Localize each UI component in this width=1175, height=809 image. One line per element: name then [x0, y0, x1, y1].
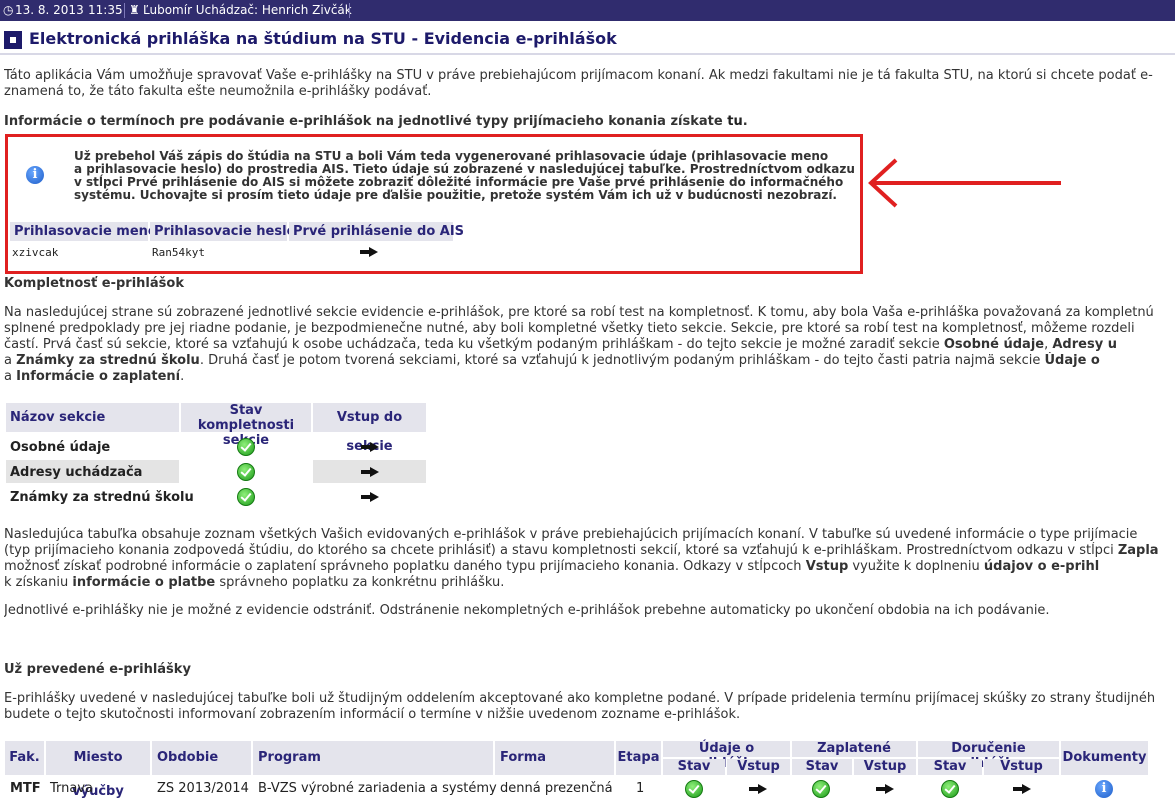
col-first-login: Prvé prihlásenie do AIS — [289, 222, 464, 241]
arrow-right-icon[interactable] — [361, 467, 379, 477]
subcol-entry: Vstup — [984, 759, 1059, 775]
col-stage: Etapa — [616, 741, 661, 775]
page-title: Elektronická prihláška na štúdium na STU… — [29, 29, 617, 48]
date: 13. 8. 2013 — [15, 3, 84, 17]
transferred-line-1: E-prihlášky uvedené v nasledujúcej tabuľ… — [4, 691, 1156, 706]
apps-info-line-4: k získaniu informácie o platbe správneho… — [4, 575, 505, 590]
user-name[interactable]: Ľubomír Uchádzač: Henrich Zivčák — [143, 0, 352, 21]
subcol-entry: Vstup — [727, 759, 790, 775]
completeness-line-4: a Známky za strednú školu. Druhá časť je… — [4, 353, 1100, 368]
col-faculty: Fak. — [5, 741, 44, 775]
arrow-right-icon[interactable] — [360, 247, 378, 257]
row-place: Trnava — [50, 781, 94, 796]
col-period: Obdobie — [152, 741, 251, 775]
check-icon — [812, 780, 830, 798]
divider — [124, 3, 125, 18]
time: 11:35 — [88, 3, 123, 17]
col-paid: Zaplatené — [792, 741, 916, 757]
section-row-grades: Známky za strednú školu — [10, 490, 194, 505]
info-icon[interactable]: i — [1095, 780, 1113, 798]
col-program: Program — [253, 741, 493, 775]
terms-link[interactable]: tu — [727, 114, 742, 129]
col-form: Forma — [495, 741, 614, 775]
col-place: Miesto výučby — [46, 741, 150, 799]
removal-note: Jednotlivé e-prihlášky nie je možné z ev… — [4, 603, 1050, 618]
completeness-line-2: splnené predpoklady pre jej riadne podan… — [4, 321, 1135, 336]
arrow-right-icon[interactable] — [876, 784, 894, 794]
completeness-heading: Kompletnosť e-prihlášok — [4, 276, 184, 291]
login-value: xzivcak — [12, 246, 59, 259]
arrow-right-icon[interactable] — [749, 784, 767, 794]
intro-line-2: znamená to, že táto fakulta ešte neumožn… — [4, 84, 432, 99]
arrow-right-icon[interactable] — [1013, 784, 1031, 794]
col-delivery: Doručenie prihlášky — [918, 741, 1059, 771]
check-icon — [237, 488, 255, 506]
check-icon — [237, 438, 255, 456]
completeness-line-3: častí. Prvá časť sú sekcie, ktoré sa vzť… — [4, 337, 1117, 352]
transferred-line-2: budete o tejto skutočnosti informovaní z… — [4, 707, 741, 722]
intro-line-1: Táto aplikácia Vám umožňuje spravovať Va… — [4, 68, 1153, 83]
col-section-entry: Vstup do sekcie — [313, 403, 426, 454]
row-form: denná prezenčná — [500, 781, 613, 796]
arrow-right-icon[interactable] — [361, 442, 379, 452]
transferred-heading: Už prevedené e-prihlášky — [4, 662, 191, 677]
top-status-bar: ◷ 13. 8. 2013 11:35 ♜ Ľubomír Uchádzač: … — [0, 0, 1175, 21]
apps-info-line-1: Nasledujúca tabuľka obsahuje zoznam všet… — [4, 527, 1138, 542]
row-program: B-VZS výrobné zariadenia a systémy — [258, 781, 497, 796]
check-icon — [685, 780, 703, 798]
title-square-icon — [4, 31, 22, 49]
annotation-arrow-icon — [868, 158, 1061, 208]
col-login: Prihlasovacie meno — [10, 222, 157, 241]
row-stage: 1 — [636, 781, 645, 796]
section-row-addresses: Adresy uchádzača — [10, 465, 143, 480]
clock-icon: ◷ — [3, 3, 14, 17]
subcol-entry: Vstup — [854, 759, 916, 775]
password-value: Ran54kyt — [152, 246, 205, 259]
subcol-status: Stav — [792, 759, 852, 775]
col-section-status: Stav kompletnosti sekcie — [181, 403, 311, 448]
col-application-data: Údaje o prihláške — [663, 741, 790, 771]
user-icon: ♜ — [129, 3, 140, 17]
row-faculty: MTF — [10, 781, 41, 796]
apps-info-line-2: (typ prijímacieho konania zodpovedá štúd… — [4, 543, 1159, 558]
check-icon — [237, 463, 255, 481]
row-period: ZS 2013/2014 — [157, 781, 249, 796]
col-documents: Dokumenty — [1061, 741, 1148, 775]
check-icon — [941, 780, 959, 798]
divider — [349, 3, 350, 18]
terms-info: Informácie o termínoch pre podávanie e-p… — [4, 114, 748, 129]
subcol-status: Stav — [918, 759, 982, 775]
page-header: Elektronická prihláška na štúdium na STU… — [0, 27, 1175, 55]
login-credentials-notice: i Už prebehol Váš zápis do štúdia na STU… — [5, 134, 863, 274]
completeness-line-1: Na nasledujúcej strane sú zobrazené jedn… — [4, 305, 1154, 320]
apps-info-line-3: možnosť získať podrobné informácie o zap… — [4, 559, 1100, 574]
completeness-line-5: a Informácie o zaplatení. — [4, 369, 185, 384]
subcol-status: Stav — [663, 759, 725, 775]
section-row-personal: Osobné údaje — [10, 440, 111, 455]
info-icon: i — [26, 166, 44, 184]
notice-text: Už prebehol Váš zápis do štúdia na STU a… — [74, 149, 855, 202]
col-password: Prihlasovacie heslo — [150, 222, 296, 241]
col-section-name: Názov sekcie — [6, 403, 179, 432]
arrow-right-icon[interactable] — [361, 492, 379, 502]
